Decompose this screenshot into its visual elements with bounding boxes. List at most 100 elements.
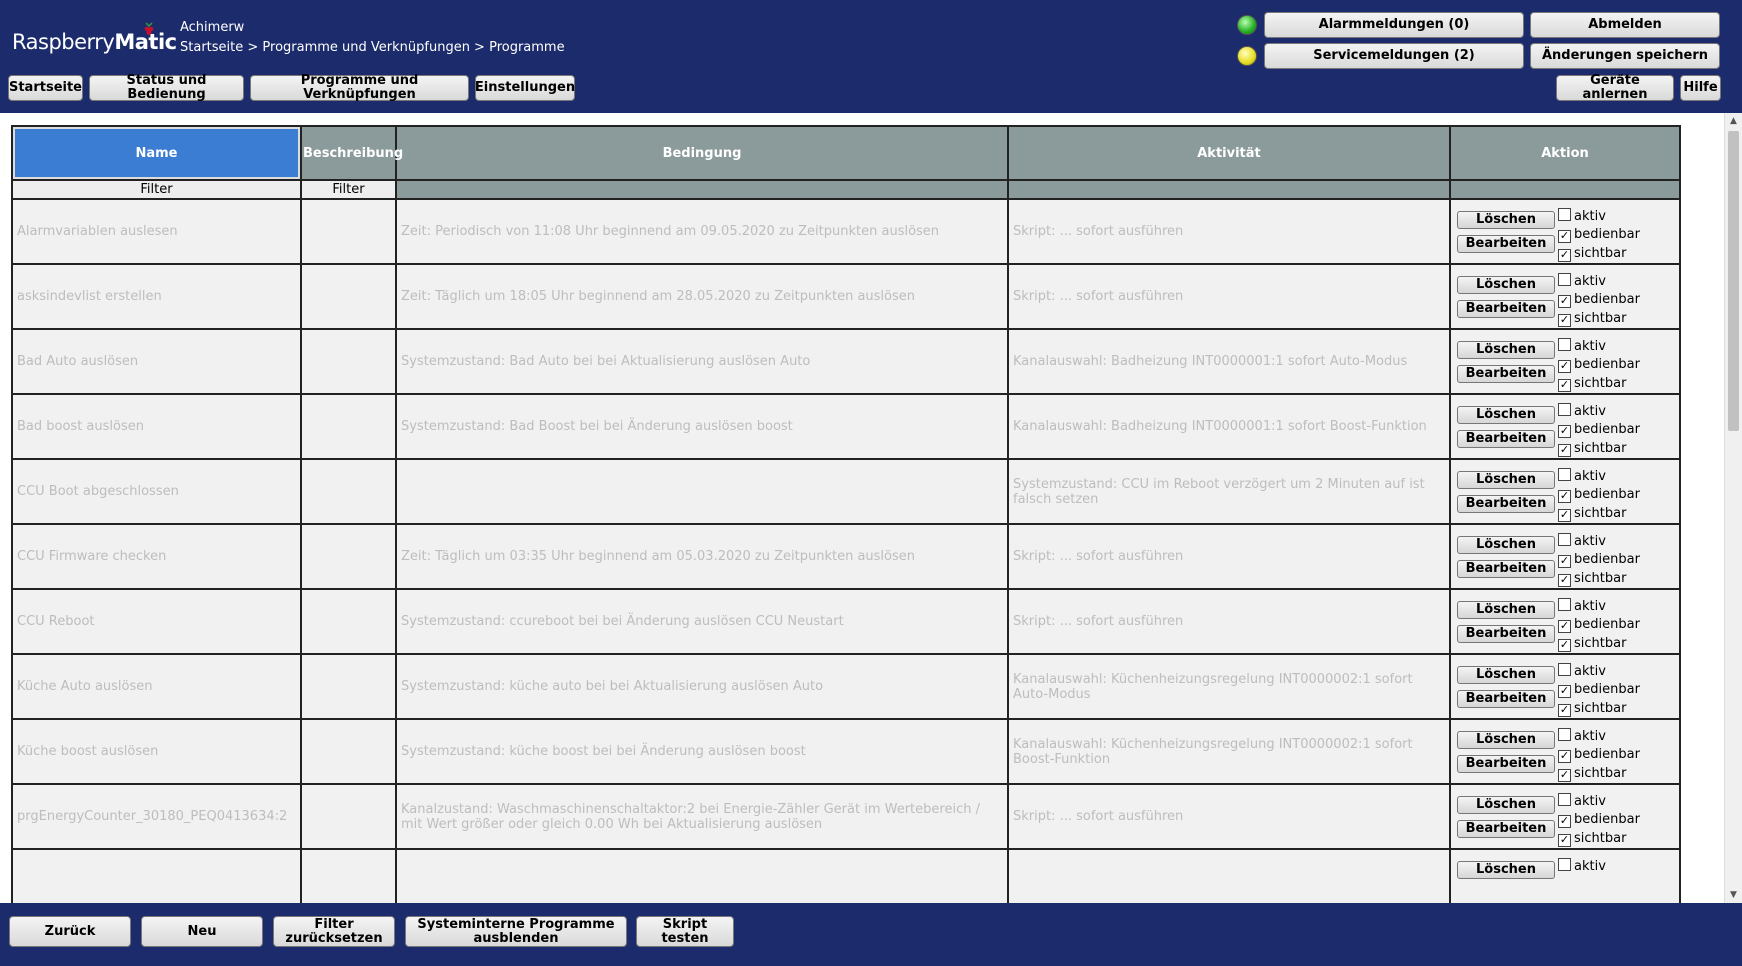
edit-button[interactable]: Bearbeiten bbox=[1457, 560, 1555, 578]
checkbox-box[interactable]: ✓ bbox=[1558, 620, 1571, 633]
program-name[interactable]: Alarmvariablen auslesen bbox=[11, 198, 302, 265]
operable-checkbox[interactable]: ✓ bedienbar bbox=[1558, 812, 1640, 828]
alarm-messages-button[interactable]: Alarmmeldungen (0) bbox=[1264, 12, 1524, 38]
delete-button[interactable]: Löschen bbox=[1457, 276, 1555, 294]
scrollbar-thumb[interactable] bbox=[1728, 131, 1739, 431]
delete-button[interactable]: Löschen bbox=[1457, 471, 1555, 489]
checkbox-box[interactable] bbox=[1558, 793, 1571, 806]
program-name[interactable]: Küche Auto auslösen bbox=[11, 653, 302, 720]
checkbox-box[interactable] bbox=[1558, 598, 1571, 611]
name-filter-button[interactable]: Filter bbox=[14, 182, 299, 197]
checkbox-box[interactable]: ✓ bbox=[1558, 379, 1571, 392]
new-program-button[interactable]: Neu bbox=[141, 916, 263, 947]
checkbox-box[interactable]: ✓ bbox=[1558, 834, 1571, 847]
visible-checkbox[interactable]: ✓ sichtbar bbox=[1558, 376, 1626, 392]
visible-checkbox[interactable]: ✓ sichtbar bbox=[1558, 571, 1626, 587]
operable-checkbox[interactable]: ✓ bedienbar bbox=[1558, 292, 1640, 308]
operable-checkbox[interactable]: ✓ bedienbar bbox=[1558, 487, 1640, 503]
nav-einstellungen[interactable]: Einstellungen bbox=[475, 75, 575, 101]
delete-button[interactable]: Löschen bbox=[1457, 536, 1555, 554]
operable-checkbox[interactable]: ✓ bedienbar bbox=[1558, 552, 1640, 568]
checkbox-box[interactable]: ✓ bbox=[1558, 509, 1571, 522]
edit-button[interactable]: Bearbeiten bbox=[1457, 690, 1555, 708]
checkbox-box[interactable]: ✓ bbox=[1558, 639, 1571, 652]
checkbox-box[interactable] bbox=[1558, 663, 1571, 676]
vertical-scrollbar[interactable]: ▲ ▼ bbox=[1724, 113, 1742, 903]
checkbox-box[interactable]: ✓ bbox=[1558, 425, 1571, 438]
checkbox-box[interactable] bbox=[1558, 858, 1571, 871]
operable-checkbox[interactable]: ✓ bedienbar bbox=[1558, 227, 1640, 243]
operable-checkbox[interactable]: ✓ bedienbar bbox=[1558, 682, 1640, 698]
edit-button[interactable]: Bearbeiten bbox=[1457, 430, 1555, 448]
checkbox-box[interactable]: ✓ bbox=[1558, 574, 1571, 587]
visible-checkbox[interactable]: ✓ sichtbar bbox=[1558, 506, 1626, 522]
column-header-name[interactable]: Name bbox=[11, 125, 302, 181]
nav-status-bedienung[interactable]: Status und Bedienung bbox=[89, 74, 244, 102]
edit-button[interactable]: Bearbeiten bbox=[1457, 625, 1555, 643]
checkbox-box[interactable]: ✓ bbox=[1558, 314, 1571, 327]
active-checkbox[interactable]: aktiv bbox=[1558, 728, 1606, 744]
edit-button[interactable]: Bearbeiten bbox=[1457, 820, 1555, 838]
checkbox-box[interactable]: ✓ bbox=[1558, 444, 1571, 457]
active-checkbox[interactable]: aktiv bbox=[1558, 403, 1606, 419]
checkbox-box[interactable] bbox=[1558, 728, 1571, 741]
visible-checkbox[interactable]: ✓ sichtbar bbox=[1558, 766, 1626, 782]
program-name[interactable]: prgEnergyCounter_30180_PEQ0413634:2 bbox=[11, 783, 302, 850]
delete-button[interactable]: Löschen bbox=[1457, 861, 1555, 879]
program-name[interactable]: asksindevlist erstellen bbox=[11, 263, 302, 330]
visible-checkbox[interactable]: ✓ sichtbar bbox=[1558, 831, 1626, 847]
program-name[interactable]: CCU Reboot bbox=[11, 588, 302, 655]
delete-button[interactable]: Löschen bbox=[1457, 406, 1555, 424]
program-name[interactable]: Bad Auto auslösen bbox=[11, 328, 302, 395]
program-name[interactable]: Küche boost auslösen bbox=[11, 718, 302, 785]
scroll-up-icon[interactable]: ▲ bbox=[1725, 113, 1742, 129]
scroll-down-icon[interactable]: ▼ bbox=[1725, 887, 1742, 903]
delete-button[interactable]: Löschen bbox=[1457, 341, 1555, 359]
active-checkbox[interactable]: aktiv bbox=[1558, 663, 1606, 679]
reset-filter-button[interactable]: Filter zurücksetzen bbox=[273, 916, 395, 947]
checkbox-box[interactable] bbox=[1558, 338, 1571, 351]
checkbox-box[interactable]: ✓ bbox=[1558, 295, 1571, 308]
checkbox-box[interactable] bbox=[1558, 273, 1571, 286]
operable-checkbox[interactable]: ✓ bedienbar bbox=[1558, 422, 1640, 438]
edit-button[interactable]: Bearbeiten bbox=[1457, 365, 1555, 383]
column-header-description[interactable]: Beschreibung bbox=[300, 125, 403, 181]
description-filter-button[interactable]: Filter bbox=[303, 182, 394, 197]
edit-button[interactable]: Bearbeiten bbox=[1457, 495, 1555, 513]
visible-checkbox[interactable]: ✓ sichtbar bbox=[1558, 701, 1626, 717]
delete-button[interactable]: Löschen bbox=[1457, 796, 1555, 814]
edit-button[interactable]: Bearbeiten bbox=[1457, 300, 1555, 318]
active-checkbox[interactable]: aktiv bbox=[1558, 533, 1606, 549]
operable-checkbox[interactable]: ✓ bedienbar bbox=[1558, 747, 1640, 763]
active-checkbox[interactable]: aktiv bbox=[1558, 793, 1606, 809]
nav-startseite[interactable]: Startseite bbox=[8, 75, 83, 101]
visible-checkbox[interactable]: ✓ sichtbar bbox=[1558, 441, 1626, 457]
nav-programme-verknuepfungen[interactable]: Programme und Verknüpfungen bbox=[250, 74, 469, 102]
program-name[interactable]: Bad boost auslösen bbox=[11, 393, 302, 460]
checkbox-box[interactable]: ✓ bbox=[1558, 490, 1571, 503]
delete-button[interactable]: Löschen bbox=[1457, 211, 1555, 229]
active-checkbox[interactable]: aktiv bbox=[1558, 468, 1606, 484]
checkbox-box[interactable] bbox=[1558, 208, 1571, 221]
service-messages-button[interactable]: Servicemeldungen (2) bbox=[1264, 43, 1524, 69]
checkbox-box[interactable]: ✓ bbox=[1558, 249, 1571, 262]
edit-button[interactable]: Bearbeiten bbox=[1457, 235, 1555, 253]
checkbox-box[interactable]: ✓ bbox=[1558, 750, 1571, 763]
back-button[interactable]: Zurück bbox=[9, 916, 131, 947]
active-checkbox[interactable]: aktiv bbox=[1558, 273, 1606, 289]
help-button[interactable]: Hilfe bbox=[1680, 75, 1721, 101]
checkbox-box[interactable]: ✓ bbox=[1558, 360, 1571, 373]
active-checkbox[interactable]: aktiv bbox=[1558, 598, 1606, 614]
checkbox-box[interactable]: ✓ bbox=[1558, 685, 1571, 698]
logout-button[interactable]: Abmelden bbox=[1530, 12, 1720, 38]
learn-devices-button[interactable]: Geräte anlernen bbox=[1556, 74, 1674, 102]
save-changes-button[interactable]: Änderungen speichern bbox=[1530, 43, 1720, 69]
delete-button[interactable]: Löschen bbox=[1457, 666, 1555, 684]
checkbox-box[interactable] bbox=[1558, 403, 1571, 416]
active-checkbox[interactable]: aktiv bbox=[1558, 208, 1606, 224]
checkbox-box[interactable]: ✓ bbox=[1558, 230, 1571, 243]
program-name[interactable] bbox=[11, 848, 302, 903]
test-script-button[interactable]: Skript testen bbox=[636, 916, 734, 947]
delete-button[interactable]: Löschen bbox=[1457, 731, 1555, 749]
edit-button[interactable]: Bearbeiten bbox=[1457, 755, 1555, 773]
